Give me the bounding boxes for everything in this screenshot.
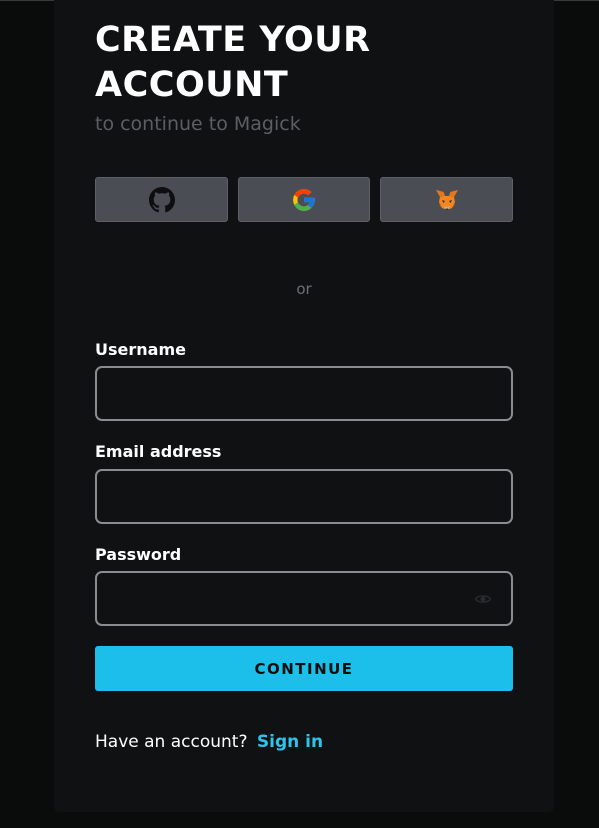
- eye-icon[interactable]: [472, 588, 494, 610]
- signin-prompt: Have an account? Sign in: [95, 731, 323, 753]
- signin-link[interactable]: Sign in: [257, 732, 323, 752]
- metamask-signin-button[interactable]: [380, 177, 513, 222]
- github-signin-button[interactable]: [95, 177, 228, 222]
- google-signin-button[interactable]: [238, 177, 370, 222]
- page-title: CREATE YOUR ACCOUNT: [95, 20, 371, 105]
- email-input[interactable]: [95, 469, 513, 524]
- or-divider: or: [296, 280, 312, 298]
- password-input[interactable]: [95, 571, 513, 626]
- page-subtitle: to continue to Magick: [95, 113, 301, 135]
- username-input[interactable]: [95, 366, 513, 421]
- github-icon: [148, 186, 175, 213]
- email-label: Email address: [95, 442, 222, 461]
- metamask-fox-icon: [434, 187, 460, 213]
- continue-button[interactable]: CONTINUE: [95, 646, 513, 691]
- username-label: Username: [95, 340, 186, 359]
- google-icon: [291, 187, 317, 213]
- password-label: Password: [95, 545, 182, 564]
- have-account-text: Have an account?: [95, 732, 248, 752]
